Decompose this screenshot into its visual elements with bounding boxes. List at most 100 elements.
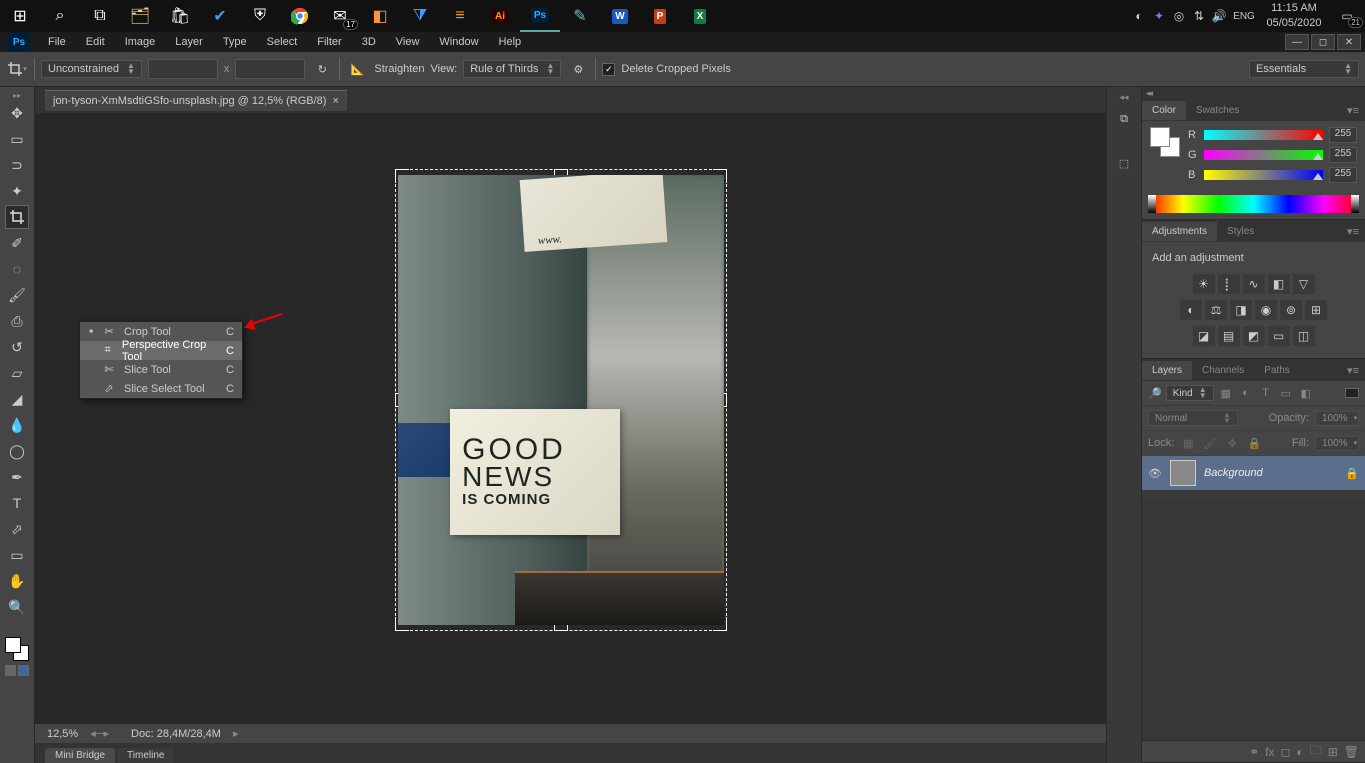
crop-width-input[interactable]: [148, 59, 218, 79]
store-icon[interactable]: 🛍: [160, 0, 200, 32]
search-icon[interactable]: ⌕: [40, 0, 80, 32]
lf-type-icon[interactable]: T: [1258, 385, 1274, 401]
menu-3d[interactable]: 3D: [352, 33, 386, 51]
menu-type[interactable]: Type: [213, 33, 257, 51]
excel-icon[interactable]: X: [680, 0, 720, 32]
layer-lock-icon[interactable]: 🔒: [1345, 467, 1359, 480]
layer-thumbnail[interactable]: [1170, 460, 1196, 486]
adj-posterize-icon[interactable]: ▤: [1218, 326, 1240, 346]
minimize-button[interactable]: —: [1285, 34, 1309, 50]
zoom-level[interactable]: 12,5%: [47, 728, 78, 740]
layer-visibility-icon[interactable]: 👁: [1148, 467, 1162, 480]
healing-brush-tool[interactable]: ◌: [5, 257, 29, 281]
fgbg-swatch[interactable]: [5, 637, 29, 661]
sublime-icon[interactable]: ≡: [440, 0, 480, 32]
blend-mode-select[interactable]: Normal▲▼: [1148, 410, 1238, 426]
adj-selectivecolor-icon[interactable]: ◫: [1293, 326, 1315, 346]
quickmask-row[interactable]: [5, 665, 29, 676]
brush-tool[interactable]: 🖌: [5, 283, 29, 307]
lock-all-icon[interactable]: 🔒: [1246, 435, 1262, 451]
link-layers-icon[interactable]: ⚭: [1249, 745, 1259, 759]
move-tool[interactable]: ✥: [5, 101, 29, 125]
timeline-tab[interactable]: Timeline: [117, 748, 174, 763]
type-tool[interactable]: T: [5, 491, 29, 515]
delete-layer-icon[interactable]: 🗑: [1344, 745, 1359, 759]
styles-tab[interactable]: Styles: [1217, 222, 1264, 241]
zoom-tool[interactable]: 🔍: [5, 595, 29, 619]
lf-image-icon[interactable]: ▦: [1218, 385, 1234, 401]
adj-exposure-icon[interactable]: ◧: [1268, 274, 1290, 294]
magic-wand-tool[interactable]: ✦: [5, 179, 29, 203]
lf-adj-icon[interactable]: ◐: [1238, 385, 1254, 401]
adj-channelmixer-icon[interactable]: ⊚: [1280, 300, 1302, 320]
lock-transp-icon[interactable]: ▦: [1180, 435, 1196, 451]
straighten-label[interactable]: Straighten: [374, 63, 424, 75]
layer-row-background[interactable]: 👁 Background 🔒: [1142, 456, 1365, 490]
zoom-slider-icon[interactable]: ◂─▸: [90, 727, 109, 740]
lang-indicator[interactable]: ENG: [1229, 0, 1259, 32]
lock-pos-icon[interactable]: ✥: [1224, 435, 1240, 451]
layer-fx-icon[interactable]: fx: [1265, 745, 1274, 759]
panel-menu-icon[interactable]: ▾≡: [1347, 364, 1359, 377]
adj-gradientmap-icon[interactable]: ▭: [1268, 326, 1290, 346]
adj-photofilter-icon[interactable]: ◉: [1255, 300, 1277, 320]
new-layer-icon[interactable]: ⊞: [1328, 745, 1338, 759]
mail-icon[interactable]: ✉17: [320, 0, 360, 32]
flyout-slice-select-tool[interactable]: ⬀Slice Select ToolC: [80, 379, 242, 398]
network-icon[interactable]: ⇅: [1189, 0, 1209, 32]
layer-filter-switch[interactable]: [1345, 388, 1359, 398]
adj-colorlookup-icon[interactable]: ⊞: [1305, 300, 1327, 320]
fill-input[interactable]: 100%▾: [1315, 436, 1359, 451]
paths-tab[interactable]: Paths: [1254, 361, 1300, 380]
eyedropper-tool[interactable]: ✐: [5, 231, 29, 255]
group-icon[interactable]: 🗀: [1310, 741, 1322, 762]
menu-file[interactable]: File: [38, 33, 76, 51]
r-value[interactable]: 255: [1329, 127, 1357, 143]
vscode-icon[interactable]: ⧩: [400, 0, 440, 32]
todo-icon[interactable]: ✔: [200, 0, 240, 32]
illustrator-icon[interactable]: Ai: [480, 0, 520, 32]
straighten-icon[interactable]: 📐: [346, 58, 368, 80]
action-center-icon[interactable]: ▭21: [1329, 0, 1365, 32]
path-select-tool[interactable]: ⬀: [5, 517, 29, 541]
blur-tool[interactable]: 💧: [5, 413, 29, 437]
adj-curves-icon[interactable]: ∿: [1243, 274, 1265, 294]
adj-threshold-icon[interactable]: ◩: [1243, 326, 1265, 346]
tray-app1-icon[interactable]: ◐: [1129, 0, 1149, 32]
photoshop-icon[interactable]: Ps: [520, 0, 560, 32]
adj-colorbalance-icon[interactable]: ⚖: [1205, 300, 1227, 320]
menu-window[interactable]: Window: [429, 33, 488, 51]
panel-menu-icon[interactable]: ▾≡: [1347, 104, 1359, 117]
notepadpp-icon[interactable]: ✎: [560, 0, 600, 32]
dodge-tool[interactable]: ◯: [5, 439, 29, 463]
xampp-icon[interactable]: ◧: [360, 0, 400, 32]
volume-icon[interactable]: 🔊: [1209, 0, 1229, 32]
b-value[interactable]: 255: [1329, 167, 1357, 183]
pen-tool[interactable]: ✒: [5, 465, 29, 489]
color-fgbg-swatch[interactable]: [1150, 127, 1180, 157]
crop-view-select[interactable]: Rule of Thirds▲▼: [463, 60, 561, 78]
swatches-tab[interactable]: Swatches: [1186, 101, 1249, 120]
adj-vibrance-icon[interactable]: ▽: [1293, 274, 1315, 294]
adj-invert-icon[interactable]: ◪: [1193, 326, 1215, 346]
adj-brightness-icon[interactable]: ☀: [1193, 274, 1215, 294]
clone-stamp-tool[interactable]: ⎙: [5, 309, 29, 333]
canvas[interactable]: www. GOOD NEWS IS COMING: [35, 113, 1106, 723]
r-slider[interactable]: [1204, 130, 1323, 140]
clock[interactable]: 11:15 AM 05/05/2020: [1259, 1, 1329, 31]
close-button[interactable]: ✕: [1337, 34, 1361, 50]
eraser-tool[interactable]: ▱: [5, 361, 29, 385]
menu-select[interactable]: Select: [257, 33, 308, 51]
adj-layer-icon[interactable]: ◐: [1296, 745, 1303, 759]
menu-filter[interactable]: Filter: [307, 33, 351, 51]
marquee-tool[interactable]: ▭: [5, 127, 29, 151]
powerpoint-icon[interactable]: P: [640, 0, 680, 32]
tray-app3-icon[interactable]: ◎: [1169, 0, 1189, 32]
lasso-tool[interactable]: ⊃: [5, 153, 29, 177]
adjustments-tab[interactable]: Adjustments: [1142, 222, 1217, 241]
flyout-perspective-crop-tool[interactable]: ⌗Perspective Crop ToolC: [80, 341, 242, 360]
rectangle-tool[interactable]: ▭: [5, 543, 29, 567]
menu-edit[interactable]: Edit: [76, 33, 115, 51]
history-brush-tool[interactable]: ↺: [5, 335, 29, 359]
layer-filter-kind[interactable]: Kind▲▼: [1166, 385, 1214, 401]
